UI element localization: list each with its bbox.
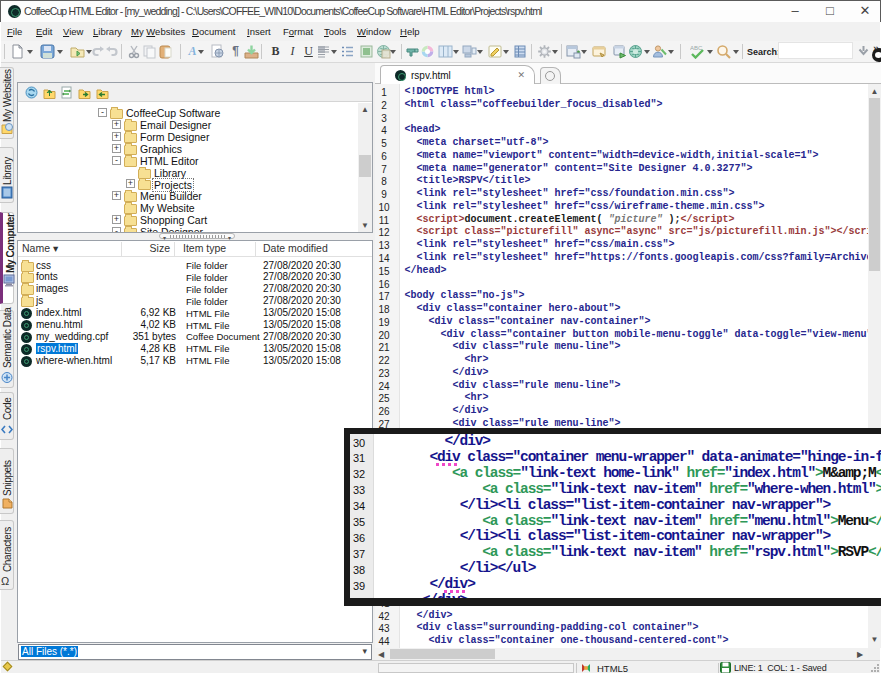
svg-text:ABC: ABC [690, 45, 703, 51]
